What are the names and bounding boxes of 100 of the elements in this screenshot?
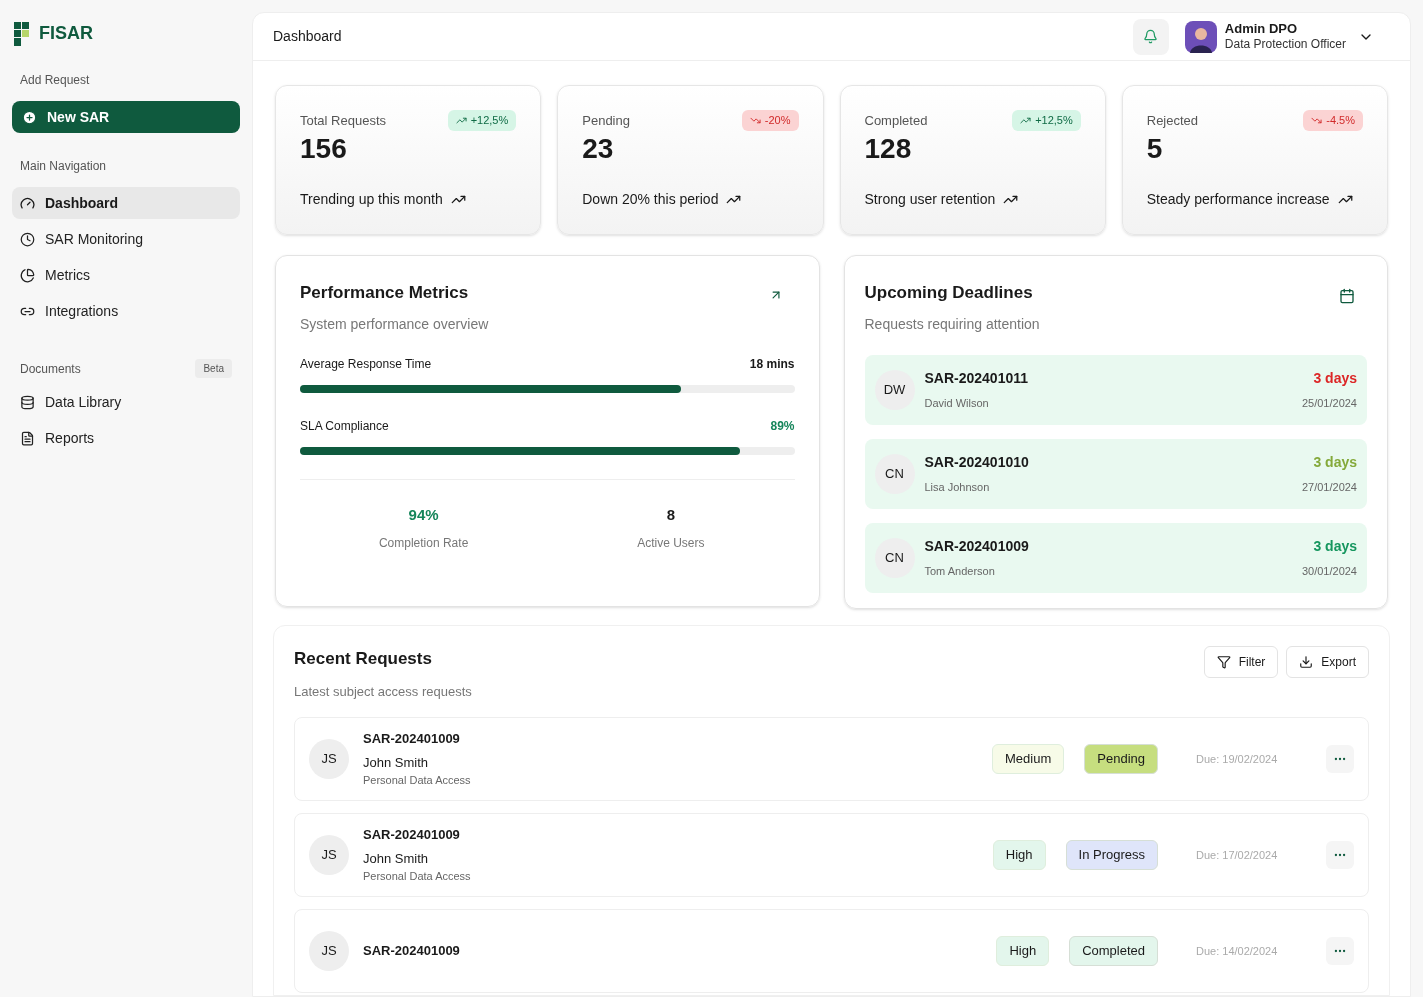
- filter-button[interactable]: Filter: [1203, 646, 1279, 678]
- card-title: Performance Metrics: [300, 282, 469, 304]
- avatar-icon: [1184, 20, 1217, 53]
- clock-icon: [20, 231, 35, 247]
- stat-label: Total Requests: [300, 111, 386, 130]
- due-date: 25/01/2024: [1301, 395, 1357, 411]
- request-id: SAR-202401009: [363, 730, 461, 749]
- deadline-item[interactable]: DW SAR-202401011 David Wilson 3 days 25/01/2024: [864, 354, 1367, 425]
- change-badge: +12,5%: [447, 110, 517, 131]
- stat-note: Down 20% this period: [582, 190, 719, 209]
- meter-label: SLA Compliance: [300, 417, 389, 435]
- request-id: SAR-202401009: [363, 942, 461, 961]
- stat-label: Pending: [582, 111, 630, 130]
- avatar-initials: CN: [874, 537, 915, 578]
- user-role: Data Protection Officer: [1224, 37, 1346, 53]
- notification-button[interactable]: [1132, 18, 1169, 55]
- deadline-item[interactable]: CN SAR-202401010 Lisa Johnson 3 days 27/01/2024: [864, 438, 1367, 509]
- deadline-item[interactable]: CN SAR-202401009 Tom Anderson 3 days 30/01/2024: [864, 522, 1367, 593]
- bell-icon: [1143, 29, 1159, 44]
- stat-label: Rejected: [1146, 111, 1199, 130]
- request-row[interactable]: JS SAR-202401009 John Smith Personal Data Access High In Progress Due: 17/02/2024: [294, 813, 1369, 897]
- avatar-initials: JS: [309, 931, 349, 971]
- nav-item[interactable]: SAR Monitoring: [12, 223, 240, 255]
- due-date: Due: 17/02/2024: [1196, 847, 1279, 863]
- requester-name: David Wilson: [924, 395, 990, 411]
- user-name: Admin DPO: [1224, 20, 1299, 38]
- request-id: SAR-202401010: [924, 452, 1030, 472]
- change-badge: +12,5%: [1012, 110, 1081, 131]
- document-icon: [20, 430, 35, 446]
- priority-badge: Medium: [992, 744, 1065, 774]
- beta-badge: Beta: [195, 359, 232, 378]
- stat-note: Strong user retention: [864, 190, 996, 209]
- request-row[interactable]: JS SAR-202401009 High Completed Due: 14/02/2024: [294, 909, 1369, 993]
- request-id: SAR-202401009: [363, 826, 461, 845]
- meter-reading: 89%: [770, 417, 795, 435]
- page-title: Dashboard: [273, 27, 343, 46]
- calendar-icon[interactable]: [1339, 288, 1355, 304]
- database-icon: [20, 394, 35, 410]
- stat-note: Steady performance increase: [1146, 190, 1330, 209]
- section-label: Documents: [20, 360, 81, 378]
- logo-icon: [14, 21, 31, 46]
- due-date: Due: 19/02/2024: [1196, 751, 1279, 767]
- stat-value: 156: [300, 134, 348, 163]
- days-left: 3 days: [1313, 452, 1357, 472]
- request-id: SAR-202401011: [924, 368, 1030, 388]
- avatar-initials: CN: [874, 453, 915, 494]
- total-value: 8: [666, 504, 676, 525]
- total-label: Completion Rate: [378, 535, 469, 552]
- pie-chart-icon: [20, 267, 35, 283]
- avatar-initials: DW: [874, 369, 915, 410]
- section-label: Add Request: [19, 72, 91, 89]
- request-id: SAR-202401009: [924, 536, 1030, 556]
- stat-value: 128: [864, 134, 913, 163]
- brand-name: FISAR: [39, 22, 93, 45]
- status-badge: Pending: [1084, 744, 1158, 774]
- avatar-initials: JS: [309, 835, 349, 875]
- card-subtitle: System performance overview: [300, 314, 490, 334]
- status-badge: In Progress: [1065, 840, 1158, 870]
- requester-name: Lisa Johnson: [924, 479, 991, 495]
- filter-icon: [1216, 655, 1231, 669]
- days-left: 3 days: [1313, 368, 1357, 388]
- section-label: Main Navigation: [19, 158, 108, 175]
- download-icon: [1299, 655, 1314, 669]
- card-title: Upcoming Deadlines: [864, 282, 1033, 304]
- due-date: Due: 14/02/2024: [1196, 943, 1279, 959]
- request-type: Personal Data Access: [363, 773, 472, 789]
- meter-label: Average Response Time: [300, 355, 432, 373]
- total-label: Active Users: [637, 535, 705, 552]
- stat-value: 23: [582, 134, 615, 163]
- nav-item[interactable]: Data Library: [12, 386, 240, 418]
- request-row[interactable]: JS SAR-202401009 John Smith Personal Data Access Medium Pending Due: 19/02/2024: [294, 717, 1369, 801]
- due-date: 30/01/2024: [1301, 563, 1357, 579]
- gauge-icon: [20, 195, 35, 211]
- nav-item[interactable]: Reports: [12, 422, 240, 454]
- stat-label: Completed: [864, 111, 928, 130]
- priority-badge: High: [996, 936, 1050, 966]
- meter-reading: 18 mins: [749, 355, 795, 373]
- new-sar-button[interactable]: New SAR: [12, 101, 240, 133]
- days-left: 3 days: [1313, 536, 1357, 556]
- section-title: Recent Requests: [294, 648, 433, 670]
- request-type: Personal Data Access: [363, 869, 472, 885]
- due-date: 27/01/2024: [1301, 479, 1357, 495]
- export-button[interactable]: Export: [1286, 646, 1369, 678]
- nav-item[interactable]: Metrics: [12, 259, 240, 291]
- card-subtitle: Requests requiring attention: [864, 314, 1041, 334]
- requester-name: John Smith: [363, 753, 430, 772]
- stat-value: 5: [1146, 134, 1164, 163]
- requester-name: John Smith: [363, 849, 430, 868]
- total-value: 94%: [408, 504, 439, 525]
- section-subtitle: Latest subject access requests: [294, 682, 472, 701]
- requester-name: Tom Anderson: [924, 563, 996, 579]
- nav-item[interactable]: Dashboard: [12, 187, 240, 219]
- stat-note: Trending up this month: [300, 190, 443, 209]
- priority-badge: High: [992, 840, 1046, 870]
- plus-icon: [22, 109, 37, 125]
- change-badge: -20%: [741, 110, 799, 131]
- status-badge: Completed: [1069, 936, 1158, 966]
- change-badge: -4.5%: [1303, 110, 1363, 131]
- avatar-initials: JS: [309, 739, 349, 779]
- nav-item[interactable]: Integrations: [12, 295, 240, 327]
